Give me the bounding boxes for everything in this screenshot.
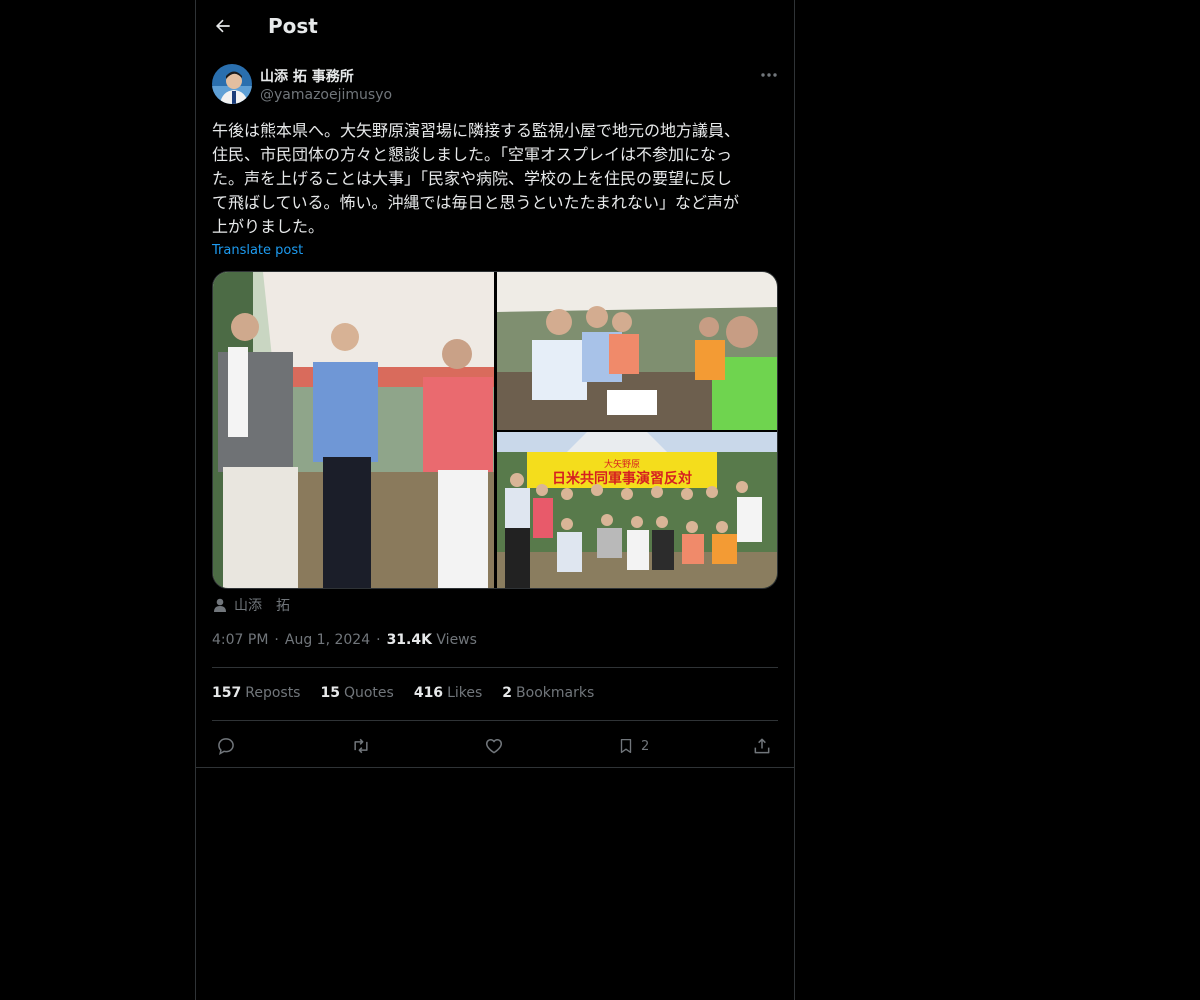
banner-text-main: 日米共同軍事演習反対 bbox=[552, 470, 692, 487]
engagement-stats: 157 Reposts 15 Quotes 416 Likes 2 Bookmarks bbox=[212, 685, 594, 701]
arrow-left-icon bbox=[215, 19, 230, 33]
post-column: Post 山添 拓 事務所 @yamazoejimusyo 午後は熊本県へ。大矢… bbox=[195, 0, 795, 1000]
quotes-stat[interactable]: 15 Quotes bbox=[320, 685, 393, 701]
views[interactable]: 31.4K Views bbox=[387, 632, 477, 648]
post-date[interactable]: Aug 1, 2024 bbox=[285, 632, 370, 648]
post-meta: 4:07 PM · Aug 1, 2024 · 31.4K Views bbox=[212, 632, 477, 648]
reply-button[interactable] bbox=[216, 732, 236, 760]
quotes-label: Quotes bbox=[343, 685, 394, 701]
bookmarks-count: 2 bbox=[502, 685, 513, 701]
views-label: Views bbox=[436, 632, 477, 648]
author-handle[interactable]: @yamazoejimusyo bbox=[260, 87, 392, 103]
translate-post-link[interactable]: Translate post bbox=[212, 243, 303, 258]
reply-icon bbox=[218, 738, 234, 755]
photo-2[interactable] bbox=[497, 272, 777, 430]
photo-1[interactable] bbox=[213, 272, 494, 588]
more-options-button[interactable] bbox=[754, 64, 784, 86]
post-text: 午後は熊本県へ。大矢野原演習場に隣接する監視小屋で地元の地方議員、 住民、市民団… bbox=[212, 121, 741, 236]
person-icon bbox=[214, 598, 226, 612]
reposts-count: 157 bbox=[212, 685, 242, 701]
photo-credit-name: 山添 拓 bbox=[234, 598, 290, 614]
quotes-count: 15 bbox=[320, 685, 340, 701]
action-bar: 2 bbox=[212, 732, 778, 760]
likes-stat[interactable]: 416 Likes bbox=[414, 685, 482, 701]
bookmark-icon bbox=[620, 738, 632, 754]
meta-separator: · bbox=[274, 632, 279, 648]
media-grid: 大矢野原 日米共同軍事演習反対 bbox=[212, 271, 778, 589]
avatar[interactable] bbox=[212, 64, 252, 104]
bookmarks-stat[interactable]: 2 Bookmarks bbox=[502, 685, 594, 701]
divider bbox=[212, 720, 778, 721]
divider bbox=[196, 767, 794, 768]
bookmark-button[interactable]: 2 bbox=[617, 732, 649, 760]
meta-separator: · bbox=[376, 632, 381, 648]
reposts-label: Reposts bbox=[245, 685, 301, 701]
divider bbox=[212, 667, 778, 668]
share-icon bbox=[754, 738, 770, 754]
page-title: Post bbox=[268, 14, 318, 38]
more-icon bbox=[761, 73, 777, 77]
repost-button[interactable] bbox=[350, 732, 372, 760]
top-bar: Post bbox=[196, 0, 794, 54]
author-name[interactable]: 山添 拓 事務所 bbox=[260, 66, 354, 86]
photo-credit[interactable]: 山添 拓 bbox=[212, 595, 290, 615]
bookmarks-label: Bookmarks bbox=[516, 685, 595, 701]
post-time[interactable]: 4:07 PM bbox=[212, 632, 268, 648]
bookmark-count: 2 bbox=[641, 738, 650, 754]
reposts-stat[interactable]: 157 Reposts bbox=[212, 685, 300, 701]
photo-3[interactable]: 大矢野原 日米共同軍事演習反対 bbox=[497, 432, 777, 588]
banner-text-top: 大矢野原 bbox=[604, 458, 640, 470]
likes-label: Likes bbox=[447, 685, 483, 701]
like-button[interactable] bbox=[484, 732, 504, 760]
views-count: 31.4K bbox=[386, 632, 432, 648]
likes-count: 416 bbox=[413, 685, 444, 701]
repost-icon bbox=[354, 738, 368, 754]
share-button[interactable] bbox=[752, 732, 772, 760]
heart-icon bbox=[485, 739, 503, 754]
back-button[interactable] bbox=[206, 9, 240, 43]
